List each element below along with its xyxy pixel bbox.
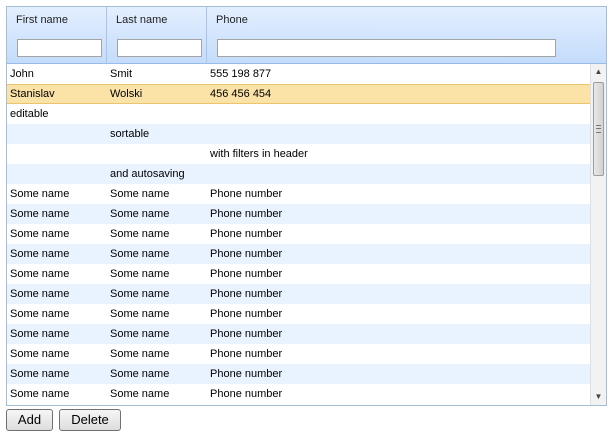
table-cell[interactable] — [210, 124, 580, 144]
column-label: First name — [16, 14, 68, 26]
table-cell[interactable]: Some name — [110, 224, 205, 244]
table-cell[interactable]: John — [10, 64, 105, 84]
column-header-first-name[interactable]: First name — [7, 7, 107, 64]
table-row[interactable]: Some name Some name Phone number — [7, 344, 590, 364]
table-cell[interactable]: Some name — [110, 384, 205, 404]
add-button[interactable]: Add — [6, 409, 53, 431]
table-cell[interactable]: Wolski — [110, 85, 205, 103]
table-row[interactable]: John Smit 555 198 877 — [7, 64, 590, 84]
table-cell[interactable]: Some name — [110, 344, 205, 364]
table-cell[interactable]: and autosaving — [110, 164, 205, 184]
table-cell[interactable]: with filters in header — [210, 144, 580, 164]
table-row[interactable]: Some name Some name Phone number — [7, 184, 590, 204]
table-cell[interactable]: Some name — [10, 324, 105, 344]
table-cell[interactable]: Some name — [10, 184, 105, 204]
table-cell[interactable]: Some name — [10, 204, 105, 224]
table-cell[interactable] — [110, 144, 205, 164]
table-row[interactable]: sortable — [7, 124, 590, 144]
table-cell[interactable]: Some name — [110, 304, 205, 324]
table-cell[interactable]: Some name — [10, 284, 105, 304]
table-row[interactable]: and autosaving — [7, 164, 590, 184]
table-cell[interactable]: Some name — [10, 344, 105, 364]
table-cell[interactable]: Phone number — [210, 364, 580, 384]
vertical-scrollbar[interactable]: ▲ ▼ — [590, 64, 606, 405]
table-cell[interactable]: 456 456 454 — [210, 85, 580, 103]
table-cell[interactable]: Some name — [110, 184, 205, 204]
table-row[interactable]: Some name Some name Phone number — [7, 304, 590, 324]
table-row[interactable]: with filters in header — [7, 144, 590, 164]
table-cell[interactable]: Some name — [10, 264, 105, 284]
table-cell[interactable]: Some name — [110, 264, 205, 284]
column-header-phone[interactable]: Phone — [207, 7, 590, 64]
column-header-last-name[interactable]: Last name — [107, 7, 207, 64]
table-cell[interactable]: Phone number — [210, 224, 580, 244]
table-row[interactable]: Some name Some name Phone number — [7, 224, 590, 244]
table-cell[interactable]: Phone number — [210, 264, 580, 284]
table-row[interactable]: Some name Some name Phone number — [7, 244, 590, 264]
table-cell[interactable] — [10, 164, 105, 184]
table-row[interactable]: Some name Some name Phone number — [7, 364, 590, 384]
table-cell[interactable]: Phone number — [210, 304, 580, 324]
filter-input-last-name[interactable] — [117, 39, 202, 57]
table-cell[interactable] — [210, 104, 580, 124]
scroll-down-arrow-icon[interactable]: ▼ — [591, 389, 606, 405]
table-cell[interactable]: Some name — [110, 244, 205, 264]
scrollbar-thumb[interactable] — [593, 82, 604, 176]
table-cell[interactable]: Some name — [10, 384, 105, 404]
table-row[interactable]: Some name Some name Phone number — [7, 384, 590, 404]
table-row[interactable]: Some name Some name Phone number — [7, 324, 590, 344]
column-label: Phone — [216, 14, 248, 26]
table-row[interactable]: Some name Some name Phone number — [7, 264, 590, 284]
column-label: Last name — [116, 14, 168, 26]
grid-header: First name Last name Phone — [7, 7, 606, 64]
grip-icon — [596, 125, 601, 133]
table-cell[interactable]: 555 198 877 — [210, 64, 580, 84]
table-cell[interactable] — [110, 104, 205, 124]
table-cell[interactable]: Stanislav — [10, 85, 105, 103]
table-cell[interactable]: Some name — [10, 244, 105, 264]
data-grid: First name Last name Phone John Smit 555 1… — [6, 6, 607, 406]
table-cell[interactable]: sortable — [110, 124, 205, 144]
table-cell[interactable] — [210, 164, 580, 184]
scroll-up-arrow-icon[interactable]: ▲ — [591, 64, 606, 80]
grid-body: John Smit 555 198 877 Stanislav Wolski 456 45… — [7, 64, 590, 405]
filter-input-phone[interactable] — [217, 39, 556, 57]
filter-input-first-name[interactable] — [17, 39, 102, 57]
delete-button[interactable]: Delete — [59, 409, 121, 431]
table-cell[interactable]: Some name — [10, 364, 105, 384]
table-cell[interactable]: Some name — [110, 284, 205, 304]
table-cell[interactable]: Some name — [110, 364, 205, 384]
table-cell[interactable]: Phone number — [210, 284, 580, 304]
table-row[interactable]: Some name Some name Phone number — [7, 204, 590, 224]
table-row[interactable]: Stanislav Wolski 456 456 454 — [7, 84, 590, 104]
table-cell[interactable]: Some name — [110, 204, 205, 224]
table-row[interactable]: Some name Some name Phone number — [7, 284, 590, 304]
table-cell[interactable]: Some name — [10, 304, 105, 324]
table-row[interactable]: editable — [7, 104, 590, 124]
table-cell[interactable]: Phone number — [210, 324, 580, 344]
table-cell[interactable]: Phone number — [210, 184, 580, 204]
table-cell[interactable] — [10, 124, 105, 144]
table-cell[interactable]: Smit — [110, 64, 205, 84]
table-cell[interactable]: editable — [10, 104, 105, 124]
table-cell[interactable]: Some name — [110, 324, 205, 344]
table-cell[interactable]: Phone number — [210, 244, 580, 264]
table-cell[interactable]: Phone number — [210, 344, 580, 364]
table-cell[interactable]: Some name — [10, 224, 105, 244]
table-cell[interactable]: Phone number — [210, 204, 580, 224]
table-cell[interactable] — [10, 144, 105, 164]
table-cell[interactable]: Phone number — [210, 384, 580, 404]
